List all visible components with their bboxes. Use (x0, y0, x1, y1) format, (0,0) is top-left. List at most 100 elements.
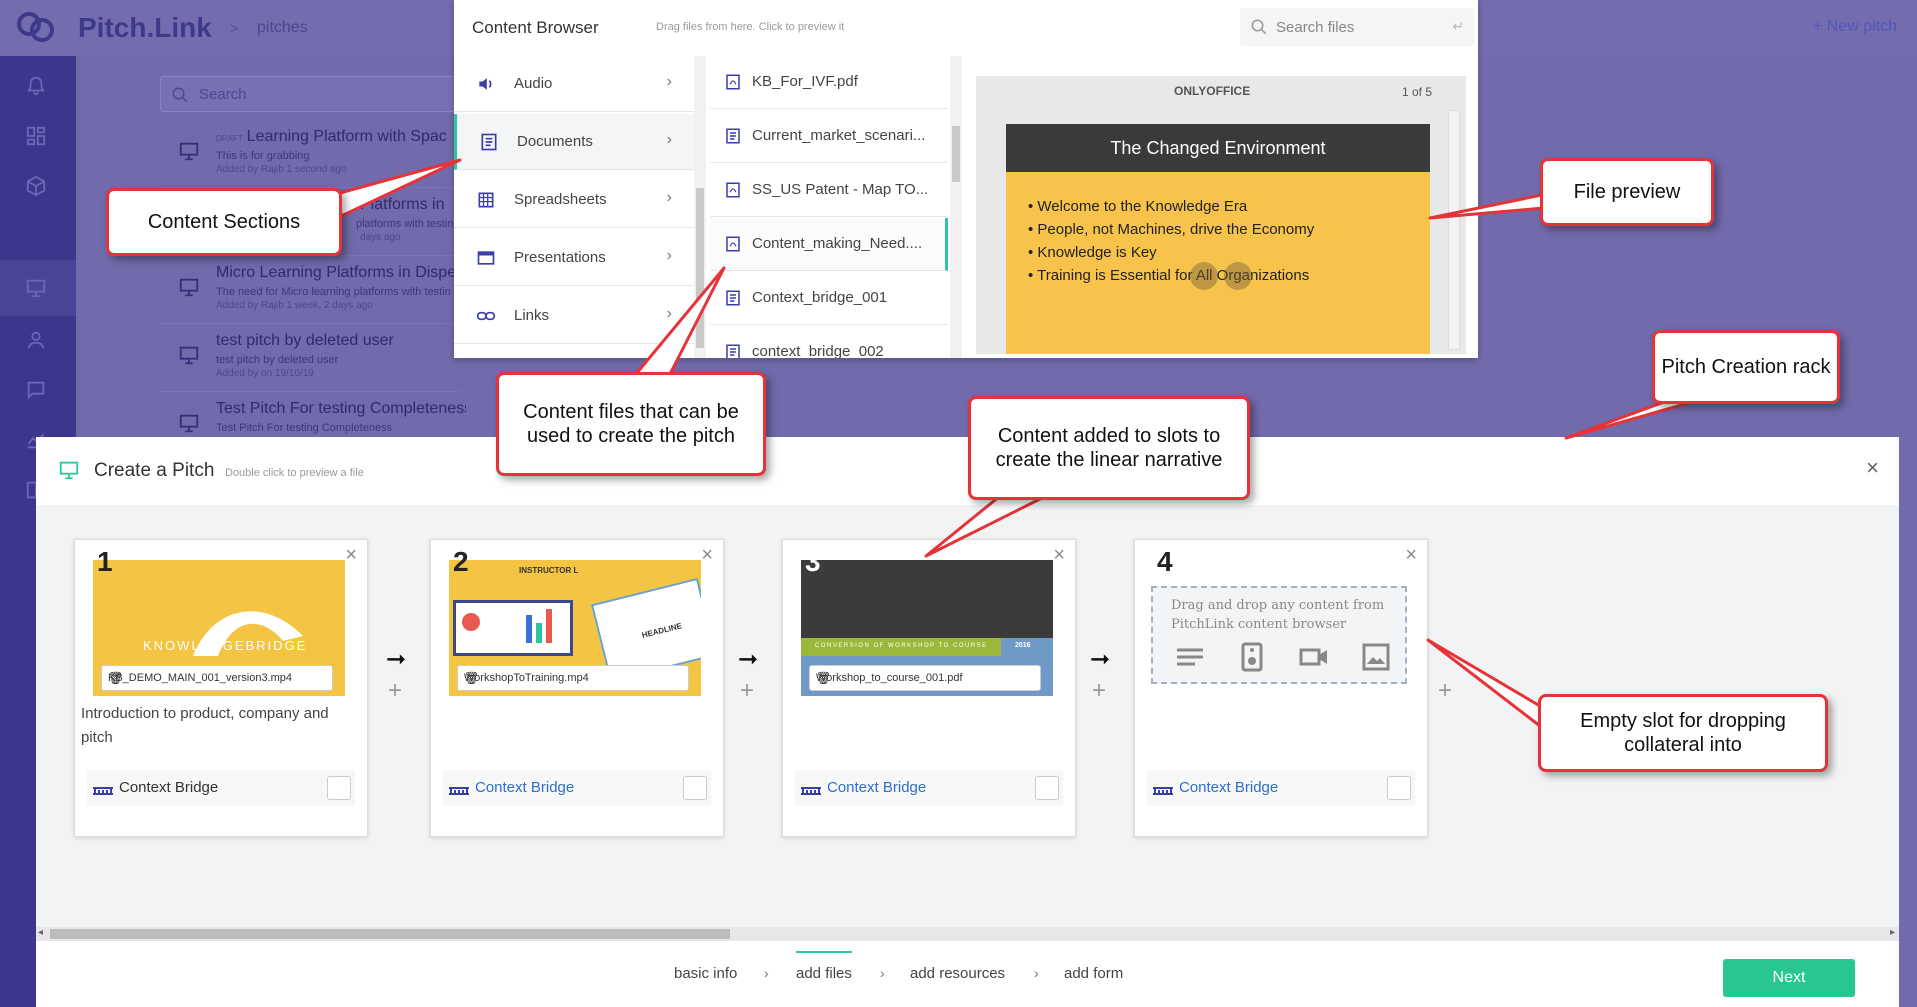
content-browser: Content Browser Drag files from here. Cl… (454, 0, 1478, 358)
trash-icon[interactable]: 🗑 (464, 671, 682, 685)
preview-scrollbar[interactable] (1448, 110, 1460, 350)
image-icon (1362, 643, 1390, 671)
chat-icon[interactable] (22, 376, 50, 404)
scroll-thumb[interactable] (50, 929, 730, 939)
document-icon (726, 290, 740, 306)
scroll-thumb[interactable] (696, 188, 704, 348)
context-bridge-label: Context Bridge (475, 779, 575, 796)
slot-checkbox[interactable] (327, 776, 351, 800)
close-icon[interactable]: × (1053, 544, 1065, 567)
slot-checkbox[interactable] (1035, 776, 1059, 800)
speaker-icon (1241, 642, 1263, 672)
zoom-in-icon[interactable] (1190, 262, 1218, 290)
section-documents[interactable]: Documents › (454, 114, 694, 170)
enter-icon[interactable]: ↵ (1452, 18, 1464, 35)
slot-number: 1 (97, 546, 113, 577)
zoom-out-icon[interactable] (1224, 262, 1252, 290)
context-bridge[interactable]: Context Bridge (87, 770, 355, 806)
chevron-right-icon: › (666, 73, 672, 90)
slide-bullet: • People, not Machines, drive the Econom… (1028, 221, 1315, 238)
slot-checkbox[interactable] (683, 776, 707, 800)
slot-description[interactable]: Introduction to product, company and pit… (81, 702, 363, 750)
section-spreadsheets[interactable]: Spreadsheets › (454, 172, 694, 228)
speaker-icon (479, 78, 492, 90)
file-item[interactable]: context_bridge_002 (710, 326, 948, 358)
step-add-files[interactable]: add files (796, 951, 852, 982)
list-item[interactable]: Micro Learning Platforms in Dispe The ne… (160, 256, 460, 324)
slot-checkbox[interactable] (1387, 776, 1411, 800)
pitch-slot-2[interactable]: 2 × INSTRUCTOR L HEADLINE WorkshopToTrai… (430, 539, 724, 837)
pie-shape (462, 613, 480, 631)
file-item[interactable]: KB_For_IVF.pdf (710, 56, 948, 109)
item-subtitle: platforms with testin (356, 218, 454, 230)
bar-shape (546, 609, 552, 643)
close-icon[interactable]: × (1405, 544, 1417, 567)
item-meta: Added by Rajib 1 second ago (216, 164, 347, 175)
scroll-left-icon[interactable]: ◂ (38, 927, 43, 938)
thumbnail-headline: HEADLINE (640, 621, 683, 640)
add-slot-button[interactable]: + (1092, 677, 1106, 705)
close-icon[interactable]: × (345, 544, 357, 567)
close-icon[interactable]: × (701, 544, 713, 567)
callout-pitch-creation-rack: Pitch Creation rack (1652, 330, 1840, 404)
video-icon (1299, 648, 1327, 666)
new-pitch-button[interactable]: + New pitch (1813, 18, 1897, 36)
add-slot-button[interactable]: + (740, 677, 754, 705)
file-name: KB_For_IVF.pdf (752, 73, 858, 90)
pitch-slot-1[interactable]: 1 × KNOWLEDGEBRIDGE KB_DEMO_MAIN_001_ver… (74, 539, 368, 837)
draft-badge: DRAFT (216, 134, 243, 143)
users-icon[interactable] (22, 326, 50, 354)
item-meta: Added by Rajib 1 week, 2 days ago (216, 300, 373, 311)
thumbnail-text: CONVERSION OF WORKSHOP TO COURSE (815, 643, 988, 649)
bell-icon[interactable] (22, 72, 50, 100)
context-bridge[interactable]: Context Bridge (795, 770, 1063, 806)
section-links[interactable]: Links › (454, 288, 694, 344)
preview-slide[interactable]: The Changed Environment • Welcome to the… (1006, 124, 1430, 354)
dashboard-icon[interactable] (22, 122, 50, 150)
file-item[interactable]: Context_bridge_001 (710, 272, 948, 325)
search-files-input[interactable]: Search files ↵ (1240, 8, 1474, 46)
context-bridge[interactable]: Context Bridge (1147, 770, 1415, 806)
add-slot-button[interactable]: + (1438, 677, 1452, 705)
document-icon (726, 344, 740, 358)
pitch-search-input[interactable]: Search (160, 76, 460, 112)
item-meta: days ago (360, 232, 401, 243)
item-subtitle: This is for grabbing (216, 150, 310, 162)
cube-icon[interactable] (22, 172, 50, 200)
slot-file-name: WorkshopToTraining.mp4 🗑 (457, 665, 689, 691)
pitch-icon[interactable] (22, 274, 50, 302)
step-basic-info[interactable]: basic info (674, 965, 737, 982)
breadcrumb[interactable]: pitches (257, 19, 308, 37)
list-item[interactable]: test pitch by deleted user test pitch by… (160, 324, 460, 392)
file-preview: ONLYOFFICE 1 of 5 The Changed Environmen… (976, 76, 1466, 354)
section-audio[interactable]: Audio › (454, 56, 694, 112)
callout-content-files: Content files that can be used to create… (496, 372, 766, 476)
sections-scrollbar[interactable] (694, 56, 706, 358)
slide-title: The Changed Environment (1110, 138, 1326, 158)
rack-scrollbar[interactable]: ◂ ▸ (36, 927, 1899, 941)
file-item[interactable]: Current_market_scenari... (710, 110, 948, 163)
step-add-resources[interactable]: add resources (910, 965, 1005, 982)
close-icon[interactable]: × (1866, 455, 1879, 481)
context-bridge[interactable]: Context Bridge (443, 770, 711, 806)
slide-bullet: • Knowledge is Key (1028, 244, 1157, 261)
pitch-icon (59, 461, 79, 480)
files-scrollbar[interactable] (950, 56, 962, 358)
list-item[interactable]: DRAFT Learning Platform with Spac This is… (160, 120, 460, 188)
next-button[interactable]: Next (1723, 959, 1855, 997)
pitch-slot-3[interactable]: 3 × CONVERSION OF WORKSHOP TO COURSE 201… (782, 539, 1076, 837)
trash-icon[interactable]: 🗑 (816, 671, 1034, 685)
thumbnail-band: CONVERSION OF WORKSHOP TO COURSE (801, 638, 1001, 656)
pitch-slot-4-empty[interactable]: 4 × Drag and drop any content from Pitch… (1134, 539, 1428, 837)
search-files-placeholder: Search files (1276, 19, 1355, 36)
scroll-right-icon[interactable]: ▸ (1890, 927, 1895, 938)
bridge-icon (449, 787, 469, 795)
file-item[interactable]: SS_US Patent - Map TO... (710, 164, 948, 217)
scroll-thumb[interactable] (952, 126, 960, 182)
section-presentations[interactable]: Presentations › (454, 230, 694, 286)
add-slot-button[interactable]: + (388, 677, 402, 705)
drop-zone[interactable]: Drag and drop any content from PitchLink… (1151, 586, 1407, 684)
step-add-form[interactable]: add form (1064, 965, 1123, 982)
file-item-active[interactable]: Content_making_Need.... (710, 218, 948, 271)
trash-icon[interactable]: 🗑 (108, 671, 326, 685)
